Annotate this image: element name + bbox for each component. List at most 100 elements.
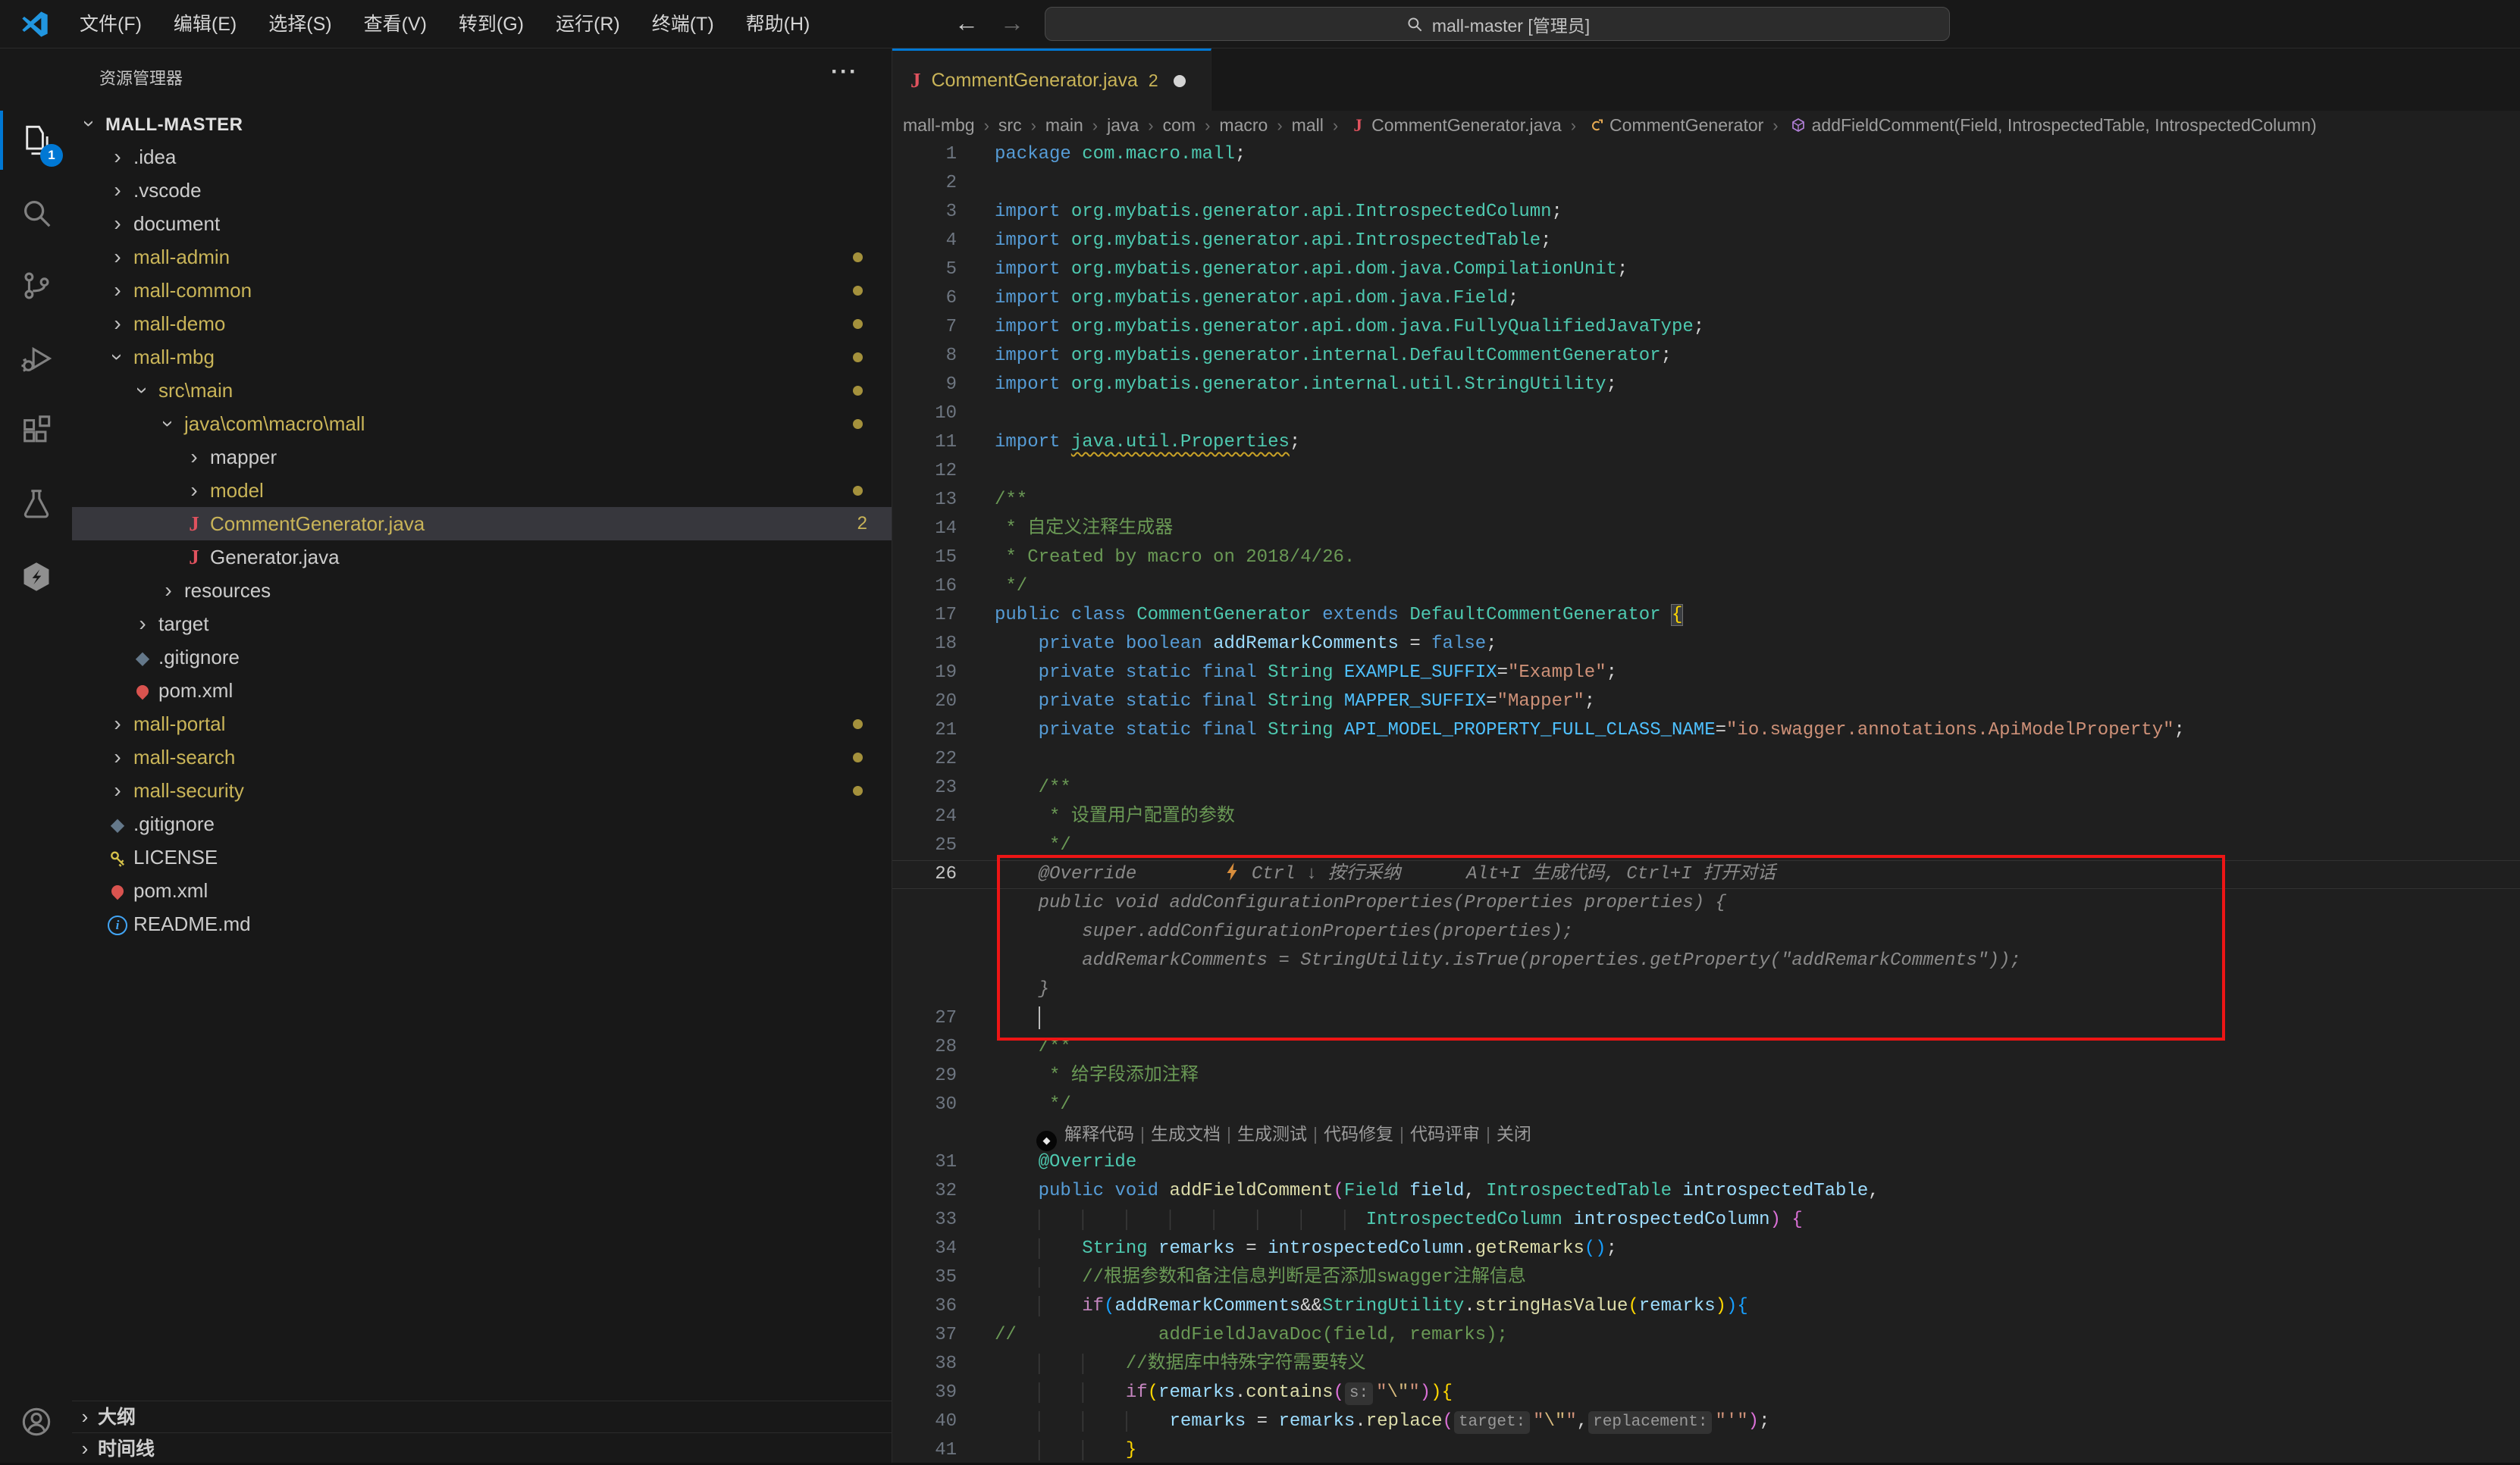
run-debug-icon[interactable] <box>0 322 72 394</box>
menu-item[interactable]: 运行(R) <box>540 0 636 49</box>
ai-extension-icon[interactable] <box>0 540 72 612</box>
tree-root-mall-master[interactable]: ›MALL-MASTER <box>72 107 892 140</box>
codelens-row[interactable]: ◆解释代码|生成文档|生成测试|代码修复|代码评审|关闭 <box>892 1119 2520 1148</box>
menu-item[interactable]: 帮助(H) <box>730 0 826 49</box>
code-line-14[interactable]: 14 * 自定义注释生成器 <box>892 515 2520 543</box>
timeline-section[interactable]: ›时间线 <box>72 1432 892 1463</box>
menu-item[interactable]: 转到(G) <box>443 0 540 49</box>
code-line-7[interactable]: 7import org.mybatis.generator.api.dom.ja… <box>892 313 2520 342</box>
tree-item-mapper[interactable]: ›mapper <box>72 440 892 474</box>
code-line-12[interactable]: 12 <box>892 457 2520 486</box>
code-line-20[interactable]: 20 private static final String MAPPER_SU… <box>892 687 2520 716</box>
code-line-16[interactable]: 16 */ <box>892 572 2520 601</box>
code-line-17[interactable]: 17public class CommentGenerator extends … <box>892 601 2520 630</box>
code-line-9[interactable]: 9import org.mybatis.generator.internal.u… <box>892 371 2520 399</box>
codelens-action[interactable]: 代码评审 <box>1410 1124 1480 1144</box>
explorer-icon[interactable]: 1 <box>0 104 72 176</box>
tree-item-mall-common[interactable]: ›mall-common <box>72 274 892 307</box>
tree-item-generator.java[interactable]: JGenerator.java <box>72 540 892 574</box>
tree-item-document[interactable]: ›document <box>72 207 892 240</box>
code-line-41[interactable]: 41 } <box>892 1436 2520 1465</box>
code-line-35[interactable]: 35 //根据参数和备注信息判断是否添加swagger注解信息 <box>892 1263 2520 1292</box>
code-area[interactable]: 1package com.macro.mall;23import org.myb… <box>892 140 2520 1465</box>
codelens-action[interactable]: 代码修复 <box>1324 1124 1393 1144</box>
tree-item-src-main[interactable]: ›src\main <box>72 374 892 407</box>
code-line-37[interactable]: 37// addFieldJavaDoc(field, remarks); <box>892 1321 2520 1350</box>
tree-item-.idea[interactable]: ›.idea <box>72 140 892 174</box>
code-line-21[interactable]: 21 private static final String API_MODEL… <box>892 716 2520 745</box>
unsaved-dot-icon[interactable] <box>1174 75 1186 87</box>
breadcrumb-item[interactable]: src <box>998 115 1022 136</box>
search-icon[interactable] <box>0 177 72 249</box>
source-control-icon[interactable] <box>0 249 72 321</box>
tree-item-mall-mbg[interactable]: ›mall-mbg <box>72 340 892 374</box>
breadcrumb-item[interactable]: CommentGenerator <box>1609 115 1763 136</box>
menu-item[interactable]: 查看(V) <box>348 0 443 49</box>
code-line-22[interactable]: 22 <box>892 745 2520 774</box>
tree-item-.gitignore[interactable]: ◆.gitignore <box>72 640 892 674</box>
code-line-24[interactable]: 24 * 设置用户配置的参数 <box>892 803 2520 831</box>
code-line-30[interactable]: 30 */ <box>892 1091 2520 1119</box>
codelens-action[interactable]: 解释代码 <box>1064 1124 1134 1144</box>
tree-item-resources[interactable]: ›resources <box>72 574 892 607</box>
nav-back-button[interactable]: ← <box>949 0 984 45</box>
code-line-8[interactable]: 8import org.mybatis.generator.internal.D… <box>892 342 2520 371</box>
tree-item-model[interactable]: ›model <box>72 474 892 507</box>
tree-item-.vscode[interactable]: ›.vscode <box>72 174 892 207</box>
code-line-1[interactable]: 1package com.macro.mall; <box>892 140 2520 169</box>
tree-item-target[interactable]: ›target <box>72 607 892 640</box>
code-line-11[interactable]: 11import java.util.Properties; <box>892 428 2520 457</box>
tree-item-mall-security[interactable]: ›mall-security <box>72 774 892 807</box>
menu-item[interactable]: 编辑(E) <box>158 0 252 49</box>
tree-item-mall-demo[interactable]: ›mall-demo <box>72 307 892 340</box>
code-line-34[interactable]: 34 String remarks = introspectedColumn.g… <box>892 1235 2520 1263</box>
codelens-action[interactable]: 生成文档 <box>1151 1124 1221 1144</box>
tree-item-java-com-macro-mall[interactable]: ›java\com\macro\mall <box>72 407 892 440</box>
tree-item-readme.md[interactable]: iREADME.md <box>72 907 892 941</box>
code-line-33[interactable]: 33 IntrospectedColumn introspectedColumn… <box>892 1206 2520 1235</box>
account-icon[interactable] <box>0 1385 72 1457</box>
breadcrumb-item[interactable]: com <box>1163 115 1196 136</box>
breadcrumb-item[interactable]: addFieldComment(Field, IntrospectedTable… <box>1812 115 2317 136</box>
breadcrumb-item[interactable]: java <box>1107 115 1139 136</box>
code-line-32[interactable]: 32 public void addFieldComment(Field fie… <box>892 1177 2520 1206</box>
code-line-23[interactable]: 23 /** <box>892 774 2520 803</box>
code-line-10[interactable]: 10 <box>892 399 2520 428</box>
breadcrumb-item[interactable]: main <box>1045 115 1083 136</box>
menu-item[interactable]: 文件(F) <box>64 0 158 49</box>
breadcrumb-item[interactable]: CommentGenerator.java <box>1371 115 1562 136</box>
nav-forward-button[interactable]: → <box>995 0 1030 45</box>
extensions-icon[interactable] <box>0 395 72 467</box>
menu-item[interactable]: 选择(S) <box>252 0 347 49</box>
code-line-2[interactable]: 2 <box>892 169 2520 198</box>
tree-item-mall-search[interactable]: ›mall-search <box>72 740 892 774</box>
code-line-5[interactable]: 5import org.mybatis.generator.api.dom.ja… <box>892 255 2520 284</box>
codelens-action[interactable]: 关闭 <box>1497 1124 1531 1144</box>
code-line-31[interactable]: 31 @Override <box>892 1148 2520 1177</box>
code-line-39[interactable]: 39 if(remarks.contains(s:"\"")){ <box>892 1379 2520 1407</box>
tree-item-mall-admin[interactable]: ›mall-admin <box>72 240 892 274</box>
code-line-3[interactable]: 3import org.mybatis.generator.api.Intros… <box>892 198 2520 227</box>
tree-item-.gitignore[interactable]: ◆.gitignore <box>72 807 892 840</box>
testing-icon[interactable] <box>0 468 72 540</box>
more-actions-icon[interactable]: ··· <box>831 59 858 85</box>
tree-item-commentgenerator.java[interactable]: JCommentGenerator.java2 <box>72 507 892 540</box>
code-line-19[interactable]: 19 private static final String EXAMPLE_S… <box>892 659 2520 687</box>
code-line-36[interactable]: 36 if(addRemarkComments&&StringUtility.s… <box>892 1292 2520 1321</box>
code-line-6[interactable]: 6import org.mybatis.generator.api.dom.ja… <box>892 284 2520 313</box>
code-line-40[interactable]: 40 remarks = remarks.replace(target:"\""… <box>892 1407 2520 1436</box>
code-line-13[interactable]: 13/** <box>892 486 2520 515</box>
code-line-18[interactable]: 18 private boolean addRemarkComments = f… <box>892 630 2520 659</box>
outline-section[interactable]: ›大纲 <box>72 1401 892 1431</box>
tree-item-license[interactable]: LICENSE <box>72 840 892 874</box>
tree-item-pom.xml[interactable]: pom.xml <box>72 874 892 907</box>
code-line-29[interactable]: 29 * 给字段添加注释 <box>892 1062 2520 1091</box>
tree-item-mall-portal[interactable]: ›mall-portal <box>72 707 892 740</box>
breadcrumb-item[interactable]: mall-mbg <box>903 115 975 136</box>
codelens-action[interactable]: 生成测试 <box>1237 1124 1307 1144</box>
tab-commentgenerator[interactable]: J CommentGenerator.java 2 <box>892 49 1211 111</box>
code-line-38[interactable]: 38 //数据库中特殊字符需要转义 <box>892 1350 2520 1379</box>
code-line-15[interactable]: 15 * Created by macro on 2018/4/26. <box>892 543 2520 572</box>
tree-item-pom.xml[interactable]: pom.xml <box>72 674 892 707</box>
breadcrumb-item[interactable]: macro <box>1219 115 1268 136</box>
